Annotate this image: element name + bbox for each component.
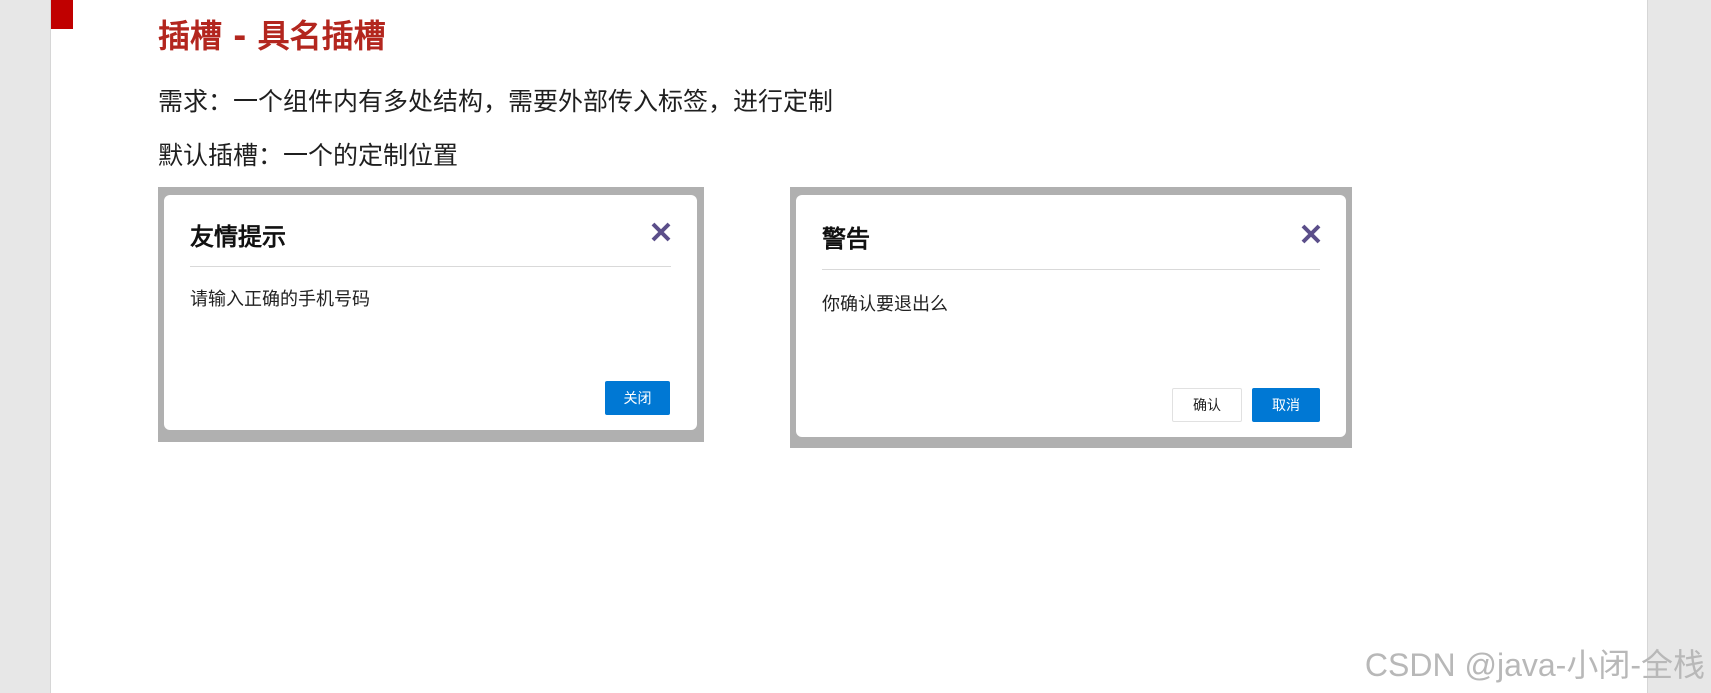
default-slot-text: 默认插槽：一个的定制位置 bbox=[158, 141, 459, 170]
corner-mark bbox=[51, 0, 73, 29]
close-icon[interactable] bbox=[648, 219, 674, 245]
watermark: CSDN @java-小闭-全栈 bbox=[1364, 647, 1705, 683]
dialog-message: 你确认要退出么 bbox=[822, 294, 948, 315]
dialog-title: 警告 bbox=[822, 225, 870, 253]
cancel-button[interactable]: 取消 bbox=[1252, 388, 1320, 422]
dialog-divider bbox=[190, 266, 671, 267]
dialog-divider bbox=[822, 269, 1320, 270]
dialog-warning: 警告 你确认要退出么 确认 取消 bbox=[796, 195, 1346, 437]
dialog-message: 请输入正确的手机号码 bbox=[190, 289, 370, 310]
dialog-title: 友情提示 bbox=[190, 223, 286, 251]
requirement-text: 需求：一个组件内有多处结构，需要外部传入标签，进行定制 bbox=[158, 87, 834, 116]
dialog-frame-1: 友情提示 请输入正确的手机号码 关闭 bbox=[158, 187, 704, 442]
close-button[interactable]: 关闭 bbox=[605, 381, 670, 415]
slide-title: 插槽 - 具名插槽 bbox=[158, 17, 386, 55]
confirm-button[interactable]: 确认 bbox=[1172, 388, 1242, 422]
close-icon[interactable] bbox=[1298, 221, 1324, 247]
dialog-frame-2: 警告 你确认要退出么 确认 取消 bbox=[790, 187, 1352, 448]
slide-page: 插槽 - 具名插槽 需求：一个组件内有多处结构，需要外部传入标签，进行定制 默认… bbox=[50, 0, 1648, 693]
dialog-tip: 友情提示 请输入正确的手机号码 关闭 bbox=[164, 195, 697, 430]
